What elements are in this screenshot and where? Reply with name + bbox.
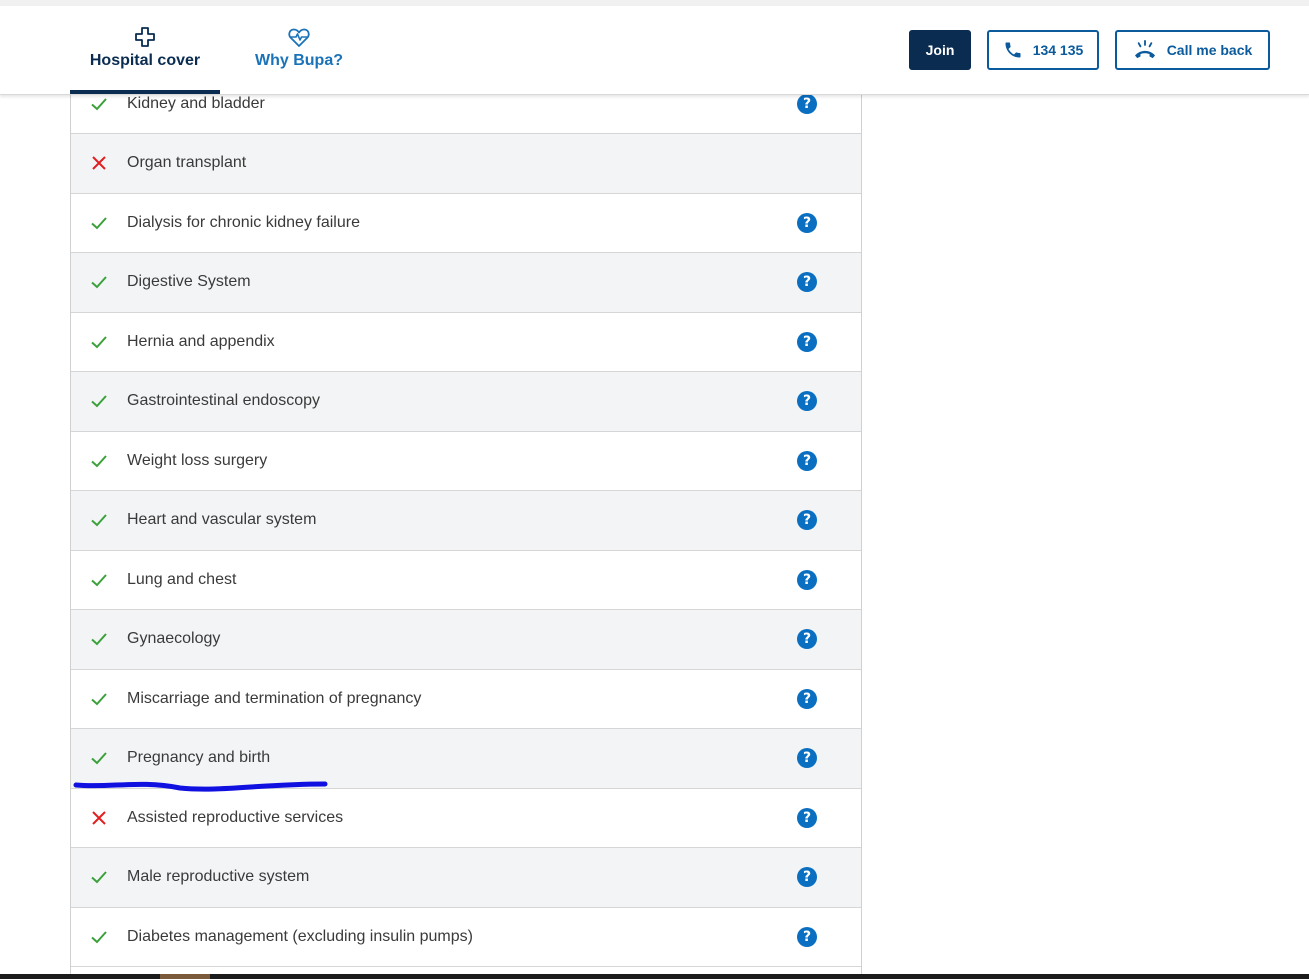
cover-row: Miscarriage and termination of pregnancy… bbox=[71, 669, 861, 729]
check-icon bbox=[90, 452, 108, 470]
cover-row-label: Lung and chest bbox=[127, 570, 237, 588]
cover-row: Gynaecology? bbox=[71, 610, 861, 670]
cover-row: Lung and chest? bbox=[71, 550, 861, 610]
cover-row: Diabetes management (excluding insulin p… bbox=[71, 907, 861, 967]
site-header: Hospital cover Why Bupa? Join 134 135 Ca… bbox=[0, 6, 1309, 95]
check-icon bbox=[90, 690, 108, 708]
cover-row: Organ transplant bbox=[71, 134, 861, 194]
phone-button[interactable]: 134 135 bbox=[987, 30, 1099, 70]
tab-hospital-cover-label: Hospital cover bbox=[89, 52, 201, 69]
blue-underline-annotation bbox=[73, 781, 328, 792]
cover-row-label: Male reproductive system bbox=[127, 868, 310, 886]
cover-row: Assisted reproductive services? bbox=[71, 788, 861, 848]
check-icon bbox=[90, 214, 108, 232]
cover-row-label: Organ transplant bbox=[127, 154, 247, 172]
cover-row-label: Miscarriage and termination of pregnancy bbox=[127, 689, 422, 707]
cover-row-label: Dialysis for chronic kidney failure bbox=[127, 213, 360, 231]
help-icon[interactable]: ? bbox=[797, 331, 817, 352]
check-icon bbox=[90, 630, 108, 648]
cover-row-label: Gastrointestinal endoscopy bbox=[127, 392, 320, 410]
cover-row: Male reproductive system? bbox=[71, 848, 861, 908]
help-icon[interactable]: ? bbox=[797, 391, 817, 412]
cover-row-label: Diabetes management (excluding insulin p… bbox=[127, 927, 473, 945]
help-icon[interactable]: ? bbox=[797, 629, 817, 650]
callback-phone-icon bbox=[1134, 40, 1155, 59]
cover-row-label: Heart and vascular system bbox=[127, 511, 317, 529]
help-icon[interactable]: ? bbox=[797, 748, 817, 769]
check-icon bbox=[90, 928, 108, 946]
cover-row-label: Weight loss surgery bbox=[127, 451, 268, 469]
cover-row: Hernia and appendix? bbox=[71, 312, 861, 372]
check-icon bbox=[90, 868, 108, 886]
help-icon[interactable]: ? bbox=[797, 867, 817, 888]
taskbar-segment bbox=[160, 974, 210, 979]
heart-pulse-icon bbox=[288, 28, 310, 47]
join-button[interactable]: Join bbox=[909, 30, 971, 70]
tab-why-bupa-label: Why Bupa? bbox=[255, 52, 343, 69]
help-icon[interactable]: ? bbox=[797, 450, 817, 471]
help-icon[interactable]: ? bbox=[797, 510, 817, 531]
cover-row-label: Pregnancy and birth bbox=[127, 749, 271, 767]
join-button-label: Join bbox=[925, 42, 955, 58]
help-icon[interactable]: ? bbox=[797, 926, 817, 947]
cover-row-label: Digestive System bbox=[127, 273, 251, 291]
help-icon[interactable]: ? bbox=[797, 807, 817, 828]
medical-cross-icon bbox=[135, 27, 155, 47]
hospital-cover-list: Kidney and bladder? Organ transplant Dialy… bbox=[70, 74, 862, 979]
cover-row-label: Kidney and bladder bbox=[127, 94, 265, 112]
tab-why-bupa[interactable]: Why Bupa? bbox=[232, 6, 366, 94]
cover-row: Digestive System? bbox=[71, 253, 861, 313]
check-icon bbox=[90, 749, 108, 767]
cover-row-label: Hernia and appendix bbox=[127, 332, 275, 350]
call-me-back-label: Call me back bbox=[1166, 42, 1253, 58]
phone-number-label: 134 135 bbox=[1032, 42, 1084, 58]
phone-icon bbox=[1005, 42, 1021, 58]
check-icon bbox=[90, 95, 108, 113]
call-me-back-button[interactable]: Call me back bbox=[1115, 30, 1270, 70]
taskbar-strip bbox=[0, 974, 1309, 979]
check-icon bbox=[90, 511, 108, 529]
cross-icon bbox=[90, 809, 108, 827]
check-icon bbox=[90, 571, 108, 589]
help-icon[interactable]: ? bbox=[797, 569, 817, 590]
tab-hospital-cover[interactable]: Hospital cover bbox=[70, 6, 220, 94]
cover-row: Gastrointestinal endoscopy? bbox=[71, 372, 861, 432]
cover-row: Heart and vascular system? bbox=[71, 491, 861, 551]
cover-row-label: Gynaecology bbox=[127, 630, 221, 648]
help-icon[interactable]: ? bbox=[797, 93, 817, 114]
active-tab-indicator bbox=[70, 90, 220, 94]
cross-icon bbox=[90, 154, 108, 172]
check-icon bbox=[90, 333, 108, 351]
cover-row: Dialysis for chronic kidney failure? bbox=[71, 193, 861, 253]
help-icon[interactable]: ? bbox=[797, 212, 817, 233]
help-icon[interactable]: ? bbox=[797, 688, 817, 709]
help-icon[interactable]: ? bbox=[797, 272, 817, 293]
cover-row-label: Assisted reproductive services bbox=[127, 808, 344, 826]
check-icon bbox=[90, 273, 108, 291]
cover-row: Weight loss surgery? bbox=[71, 431, 861, 491]
check-icon bbox=[90, 392, 108, 410]
